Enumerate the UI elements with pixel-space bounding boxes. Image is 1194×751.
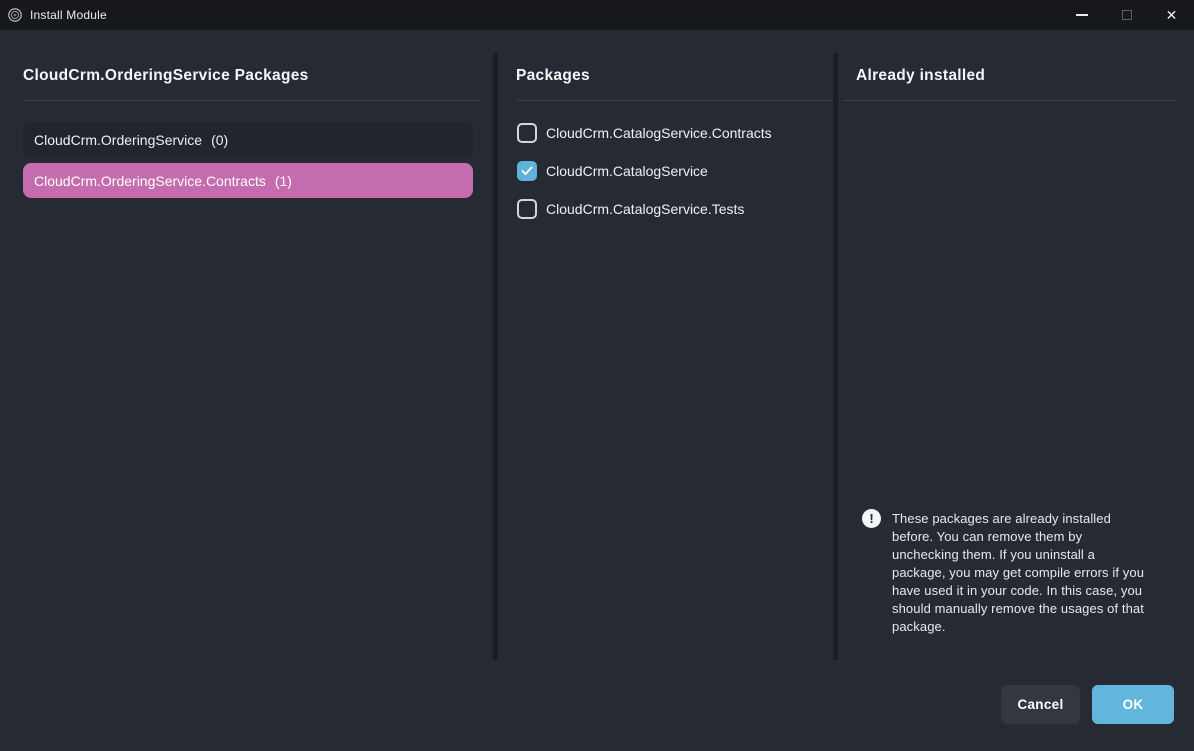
checkbox-checked[interactable] bbox=[517, 161, 537, 181]
module-item-label: CloudCrm.OrderingService bbox=[34, 132, 202, 148]
app-logo-icon bbox=[8, 8, 22, 22]
right-column-header: Already installed bbox=[856, 67, 985, 85]
package-row[interactable]: CloudCrm.CatalogService bbox=[517, 161, 708, 181]
close-icon: ✕ bbox=[1166, 8, 1178, 22]
close-button[interactable]: ✕ bbox=[1149, 0, 1194, 30]
titlebar: Install Module ✕ bbox=[0, 0, 1194, 30]
package-label: CloudCrm.CatalogService bbox=[546, 163, 708, 179]
install-module-dialog: Install Module ✕ CloudCrm.OrderingServic… bbox=[0, 0, 1194, 751]
module-item-count: (0) bbox=[211, 132, 228, 148]
checkbox-unchecked[interactable] bbox=[517, 123, 537, 143]
left-header-divider bbox=[23, 100, 481, 101]
ok-button[interactable]: OK bbox=[1092, 685, 1174, 724]
cancel-button[interactable]: Cancel bbox=[1001, 685, 1080, 724]
module-item-count: (1) bbox=[275, 173, 292, 189]
middle-right-separator bbox=[833, 53, 838, 660]
already-installed-note: These packages are already installed bef… bbox=[892, 510, 1164, 636]
middle-header-divider bbox=[516, 100, 833, 101]
maximize-icon bbox=[1122, 10, 1132, 20]
right-header-divider bbox=[843, 100, 1176, 101]
window-title: Install Module bbox=[30, 8, 107, 22]
left-column-header: CloudCrm.OrderingService Packages bbox=[23, 67, 309, 85]
package-row[interactable]: CloudCrm.CatalogService.Tests bbox=[517, 199, 744, 219]
module-item-label: CloudCrm.OrderingService.Contracts bbox=[34, 173, 266, 189]
warning-icon: ! bbox=[862, 509, 881, 528]
package-row[interactable]: CloudCrm.CatalogService.Contracts bbox=[517, 123, 772, 143]
maximize-button[interactable] bbox=[1104, 0, 1149, 30]
module-list-item[interactable]: CloudCrm.OrderingService (0) bbox=[23, 122, 473, 157]
package-label: CloudCrm.CatalogService.Tests bbox=[546, 201, 744, 217]
middle-column-header: Packages bbox=[516, 67, 590, 85]
checkbox-unchecked[interactable] bbox=[517, 199, 537, 219]
minimize-button[interactable] bbox=[1059, 0, 1104, 30]
left-middle-separator bbox=[493, 53, 498, 660]
check-icon bbox=[521, 166, 533, 176]
package-label: CloudCrm.CatalogService.Contracts bbox=[546, 125, 772, 141]
module-list-item-selected[interactable]: CloudCrm.OrderingService.Contracts (1) bbox=[23, 163, 473, 198]
minimize-icon bbox=[1076, 14, 1088, 16]
